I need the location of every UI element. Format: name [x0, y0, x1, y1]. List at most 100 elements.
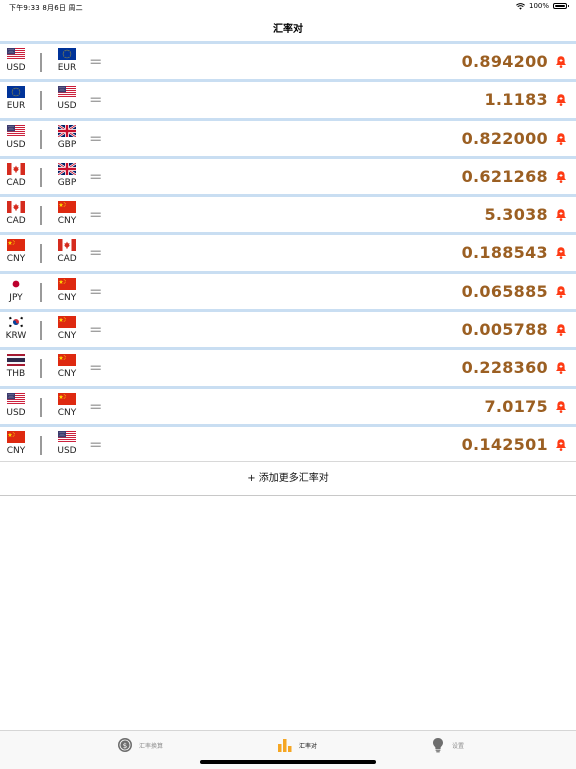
tab-pairs[interactable]: 汇率对	[277, 737, 317, 753]
bell-alert-icon[interactable]	[554, 170, 568, 184]
base-currency: JPY	[3, 277, 29, 303]
currency-pair-row[interactable]: USD GBP = 0.822000	[0, 117, 576, 156]
currency-pair-row[interactable]: JPY CNY = 0.065885	[0, 270, 576, 310]
currency-pair-row[interactable]: CAD GBP = 0.621268	[0, 155, 576, 195]
bell-alert-icon[interactable]	[554, 361, 568, 375]
quote-currency: GBP	[54, 124, 80, 150]
pair-divider	[40, 397, 42, 417]
currency-pair-row[interactable]: THB CNY = 0.228360	[0, 347, 576, 386]
status-bar: 下午9:33 8月6日 周二 100%	[0, 0, 576, 14]
base-currency-code: EUR	[6, 101, 26, 112]
us-flag	[7, 392, 25, 405]
bell-alert-icon[interactable]	[554, 208, 568, 222]
us-flag	[7, 48, 25, 60]
bell-alert-icon[interactable]	[554, 438, 568, 452]
currency-pair-row[interactable]: EUR USD = 1.1183	[0, 79, 576, 118]
base-currency-code: JPY	[9, 292, 23, 303]
cn-flag	[58, 316, 76, 329]
battery-percent: 100%	[528, 2, 549, 10]
bell-alert-icon[interactable]	[554, 400, 568, 414]
pair-divider	[40, 91, 42, 111]
exchange-rate-value: 0.228360	[461, 358, 548, 378]
quote-currency: USD	[54, 86, 80, 111]
home-indicator	[200, 760, 376, 764]
pair-divider	[40, 321, 42, 341]
quote-currency-code: GBP	[57, 139, 77, 150]
equals-sign: =	[89, 434, 103, 454]
base-currency: USD	[3, 392, 29, 418]
pair-divider	[40, 435, 42, 455]
quote-currency-code: USD	[57, 101, 77, 112]
quote-currency: CNY	[54, 277, 80, 303]
equals-sign: =	[89, 243, 103, 263]
quote-currency: CNY	[54, 201, 80, 226]
eu-flag	[7, 86, 25, 99]
quote-currency: EUR	[54, 48, 80, 73]
quote-currency-code: EUR	[57, 63, 77, 73]
currency-coin-icon: $	[118, 738, 132, 752]
base-currency-code: CAD	[6, 216, 26, 227]
exchange-rate-value: 0.621268	[461, 166, 548, 186]
pair-divider	[40, 53, 42, 72]
tab-pairs-label: 汇率对	[299, 742, 318, 750]
currency-pair-row[interactable]: CAD CNY = 5.3038	[0, 194, 576, 233]
exchange-rate-value: 0.894200	[461, 52, 548, 71]
cn-flag	[58, 354, 76, 367]
base-currency: CNY	[3, 430, 29, 456]
svg-text:$: $	[123, 742, 127, 750]
ca-flag	[7, 201, 25, 214]
cn-flag	[58, 201, 76, 214]
quote-currency: CNY	[54, 354, 80, 379]
lightbulb-icon	[433, 738, 443, 753]
currency-pair-row[interactable]: USD CNY = 7.0175	[0, 385, 576, 424]
cn-flag	[58, 277, 76, 290]
equals-sign: =	[89, 90, 103, 110]
cn-flag	[7, 430, 25, 443]
exchange-rate-value: 0.005788	[461, 320, 548, 340]
base-currency: CAD	[3, 162, 29, 188]
currency-pair-row[interactable]: CNY USD = 0.142501	[0, 423, 576, 463]
base-currency: CNY	[3, 239, 29, 264]
ca-flag	[7, 162, 25, 175]
base-currency-code: KRW	[5, 331, 27, 342]
currency-pair-row[interactable]: USD EUR = 0.894200	[0, 41, 576, 80]
equals-sign: =	[89, 281, 103, 301]
us-flag	[58, 86, 76, 99]
exchange-rate-value: 0.142501	[461, 434, 548, 454]
base-currency: EUR	[3, 86, 29, 111]
wifi-icon	[516, 2, 525, 10]
base-currency-code: USD	[6, 63, 26, 73]
bell-alert-icon[interactable]	[554, 55, 568, 69]
eu-flag	[58, 48, 76, 60]
currency-pair-row[interactable]: KRW CNY = 0.005788	[0, 309, 576, 348]
currency-pair-row[interactable]: CNY CAD = 0.188543	[0, 232, 576, 271]
quote-currency-code: CNY	[57, 331, 77, 342]
us-flag	[7, 124, 25, 137]
bell-alert-icon[interactable]	[554, 246, 568, 260]
quote-currency: GBP	[54, 162, 80, 188]
exchange-rate-value: 0.188543	[461, 243, 548, 263]
us-flag	[58, 430, 76, 443]
quote-currency-code: CNY	[57, 216, 77, 227]
quote-currency: USD	[54, 430, 80, 456]
pair-divider	[40, 206, 42, 226]
equals-sign: =	[89, 358, 103, 378]
equals-sign: =	[89, 52, 103, 71]
status-indicators: 100%	[516, 2, 569, 10]
base-currency: CAD	[3, 201, 29, 226]
bell-alert-icon[interactable]	[554, 93, 568, 107]
bell-alert-icon[interactable]	[554, 323, 568, 337]
bell-alert-icon[interactable]	[554, 132, 568, 146]
tab-converter[interactable]: $ 汇率换算	[117, 737, 163, 753]
battery-icon	[553, 3, 569, 9]
equals-sign: =	[89, 128, 103, 148]
quote-currency-code: CNY	[57, 369, 77, 380]
cn-flag	[7, 239, 25, 252]
tab-settings[interactable]: 设置	[430, 737, 464, 753]
jp-flag	[7, 277, 25, 290]
quote-currency-code: CNY	[57, 407, 77, 418]
add-pair-button[interactable]: + 添加更多汇率对	[0, 462, 576, 496]
tab-converter-label: 汇率换算	[139, 742, 164, 750]
quote-currency: CNY	[54, 392, 80, 418]
bell-alert-icon[interactable]	[554, 285, 568, 299]
